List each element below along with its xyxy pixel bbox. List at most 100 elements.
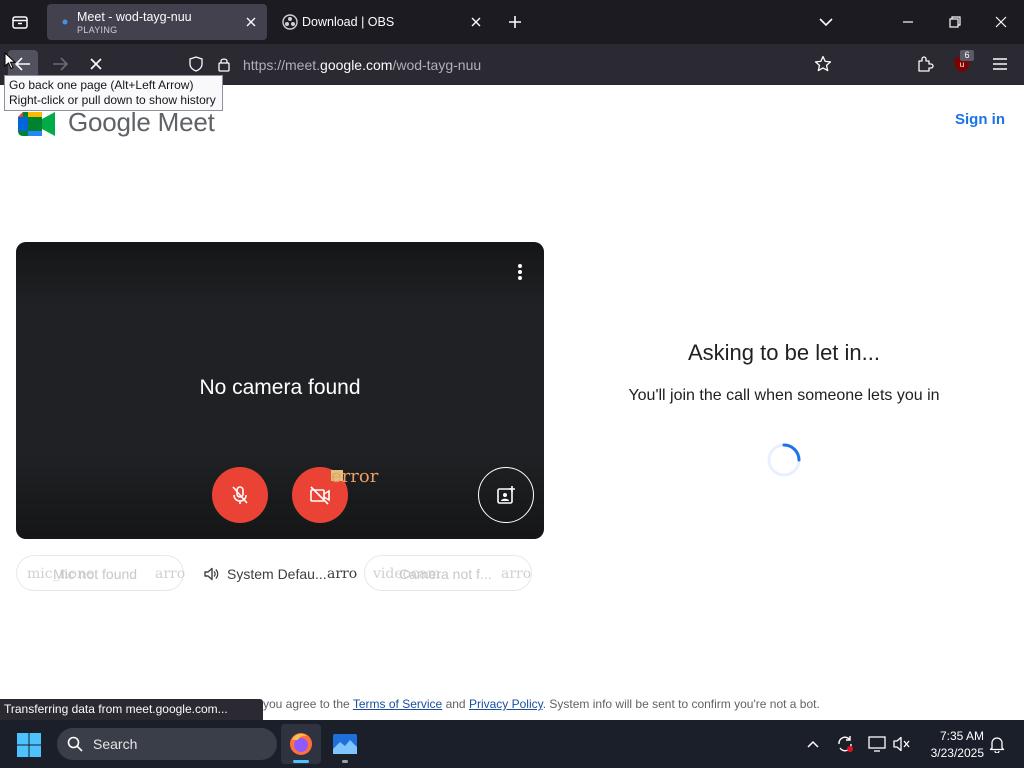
stop-icon <box>90 58 102 70</box>
notifications-button[interactable] <box>987 734 1007 754</box>
clock-time[interactable]: 7:35 AM <box>920 729 984 743</box>
bookmark-star-icon[interactable] <box>814 55 832 73</box>
video-preview: No camera found error <box>16 242 544 539</box>
plus-icon <box>509 16 521 28</box>
mic-off-icon <box>232 486 248 504</box>
back-button-tooltip: Go back one page (Alt+Left Arrow) Right-… <box>4 75 223 111</box>
show-hidden-icons-button[interactable] <box>803 734 823 754</box>
taskbar-app-photos[interactable] <box>325 724 365 764</box>
sync-tray-icon[interactable] <box>835 734 855 754</box>
cam-chip-arrow: arro <box>501 566 532 582</box>
lock-icon[interactable] <box>216 56 232 72</box>
loading-spinner-icon <box>767 443 801 477</box>
address-bar[interactable]: https://meet.google.com/wod-tayg-nuu <box>180 49 840 79</box>
tab-obs[interactable]: Download | OBS <box>272 4 492 40</box>
stop-loading-button[interactable] <box>81 50 111 78</box>
terms-of-service-link[interactable]: Terms of Service <box>353 697 442 711</box>
screen: Meet - wod-tayg-nuu PLAYING Download | O… <box>0 0 1024 768</box>
tab-strip: Meet - wod-tayg-nuu PLAYING Download | O… <box>0 0 1024 44</box>
sync-icon <box>838 736 853 752</box>
minimize-icon <box>903 21 913 23</box>
speaker-chip-label: System Defau... <box>227 566 327 582</box>
more-vert-icon <box>518 264 522 280</box>
taskbar-search[interactable]: Search <box>57 728 277 760</box>
firefox-view-button[interactable] <box>6 8 34 36</box>
arrow-left-icon <box>15 57 30 71</box>
tooltip-line-1: Go back one page (Alt+Left Arrow) <box>9 78 194 92</box>
status-panel: Transferring data from meet.google.com..… <box>0 699 263 720</box>
hamburger-icon <box>993 58 1007 70</box>
tab-playing-label: PLAYING <box>77 25 118 35</box>
search-label: Search <box>93 736 138 752</box>
microphone-select[interactable]: mic_none Mic not found arro <box>16 555 186 591</box>
minimize-button[interactable] <box>888 6 928 38</box>
tab-title: Download | OBS <box>302 15 395 29</box>
asking-title: Asking to be let in... <box>688 340 880 365</box>
mic-chip-arrow: arro <box>155 566 186 582</box>
tab-close-button[interactable] <box>243 14 259 30</box>
puzzle-icon <box>918 56 934 72</box>
photos-app-icon <box>333 734 357 754</box>
terms-suffix: . System info will be sent to confirm yo… <box>542 697 820 711</box>
volume-icon <box>204 567 219 581</box>
camera-error-text: error <box>331 466 379 487</box>
extensions-button[interactable] <box>913 52 937 76</box>
privacy-policy-link[interactable]: Privacy Policy <box>469 697 543 711</box>
svg-text:u: u <box>960 60 964 69</box>
url-path: /wod-tayg-nuu <box>392 57 482 73</box>
url-prefix: https://meet. <box>243 57 321 73</box>
close-icon <box>246 17 256 27</box>
restore-icon <box>949 16 961 28</box>
arrow-right-icon <box>53 57 68 71</box>
speaker-select[interactable]: System Defau... arro <box>192 555 358 591</box>
speaker-chip-arrow: arro <box>327 566 358 582</box>
add-photo-icon <box>497 486 515 504</box>
display-tray-icon[interactable] <box>867 734 887 754</box>
list-all-tabs-button[interactable] <box>815 10 837 34</box>
close-window-button[interactable] <box>981 6 1021 38</box>
sign-in-link[interactable]: Sign in <box>955 111 1005 128</box>
volume-muted-tray-icon[interactable] <box>892 734 912 754</box>
tracking-protection-icon[interactable] <box>188 56 204 72</box>
bell-icon <box>989 737 1005 753</box>
tab-meet[interactable]: Meet - wod-tayg-nuu PLAYING <box>47 4 267 40</box>
mic-chip-label: Mic not found <box>53 566 138 582</box>
microphone-toggle-button[interactable] <box>212 467 268 523</box>
app-menu-button[interactable] <box>988 52 1012 76</box>
tab-close-button[interactable] <box>468 14 484 30</box>
restore-button[interactable] <box>935 6 975 38</box>
mouse-cursor-icon <box>4 52 16 70</box>
close-icon <box>471 17 481 27</box>
clock-date[interactable]: 3/23/2025 <box>920 746 984 760</box>
ublock-badge: 6 <box>960 50 974 61</box>
cam-chip-label: Camera not f... <box>399 566 492 582</box>
tooltip-line-2: Right-click or pull down to show history <box>9 93 216 107</box>
google-meet-logo-icon[interactable] <box>18 112 56 136</box>
firefox-icon <box>290 733 312 755</box>
playing-dot-icon <box>57 14 73 30</box>
search-icon <box>67 736 83 752</box>
terms-prefix: you agree to the <box>263 697 350 711</box>
url-text[interactable]: https://meet.google.com/wod-tayg-nuu <box>243 57 481 73</box>
forward-button[interactable] <box>45 50 75 78</box>
no-camera-message: No camera found <box>199 376 361 399</box>
taskbar-firefox[interactable] <box>281 724 321 764</box>
google-meet-wordmark: Google Meet <box>68 107 215 137</box>
camera-select[interactable]: videocam Camera not f... arro <box>364 555 532 591</box>
videocam-off-icon <box>310 486 330 505</box>
asking-subtitle: You'll join the call when someone lets y… <box>628 387 940 404</box>
meet-page: Google Meet Sign in No camera found erro… <box>0 85 1024 720</box>
app-running-indicator <box>342 760 348 763</box>
chevron-up-icon <box>807 740 819 748</box>
visual-effects-button[interactable] <box>478 467 534 523</box>
speaker-muted-icon <box>893 736 910 752</box>
taskbar: Search 7:35 AM 3/23/2025 <box>0 720 1024 768</box>
new-tab-button[interactable] <box>503 10 527 34</box>
terms-notice: you agree to the Terms of Service and Pr… <box>263 697 820 711</box>
terms-and: and <box>445 697 466 711</box>
obs-icon <box>282 14 298 30</box>
firefox-active-indicator <box>293 760 309 763</box>
more-options-button[interactable] <box>511 261 529 283</box>
windows-start-icon[interactable] <box>16 732 42 758</box>
close-icon <box>995 16 1007 28</box>
